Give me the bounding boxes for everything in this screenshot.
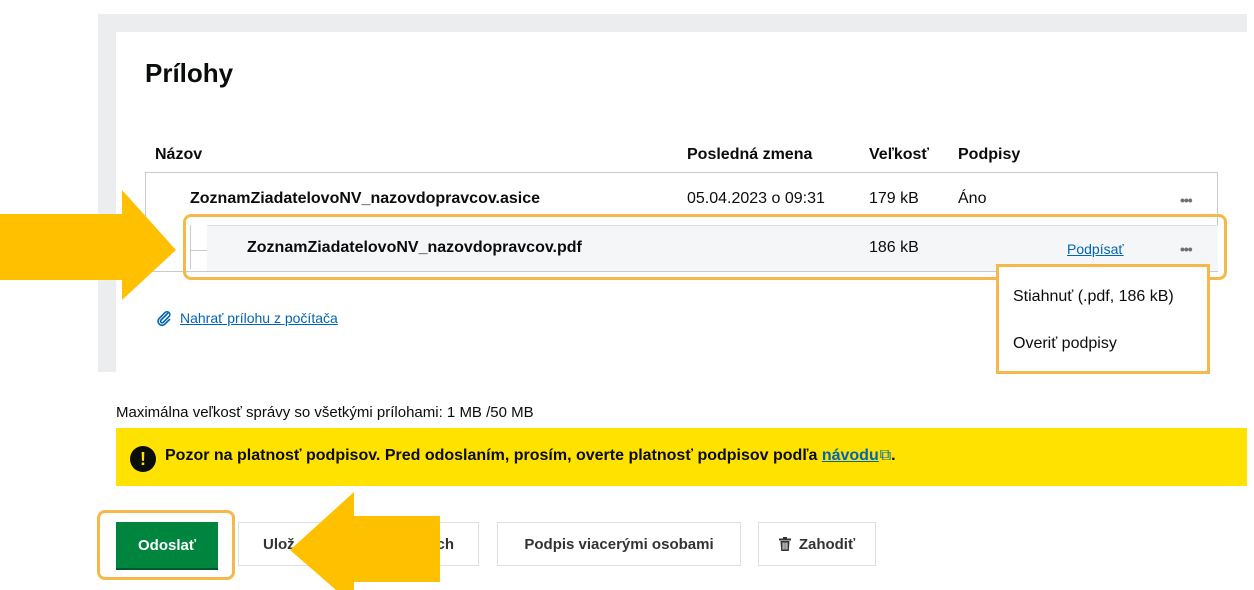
annotation-arrows xyxy=(0,190,440,590)
annotation-arrow-right xyxy=(0,190,176,300)
annotation-arrow-left xyxy=(290,492,440,590)
